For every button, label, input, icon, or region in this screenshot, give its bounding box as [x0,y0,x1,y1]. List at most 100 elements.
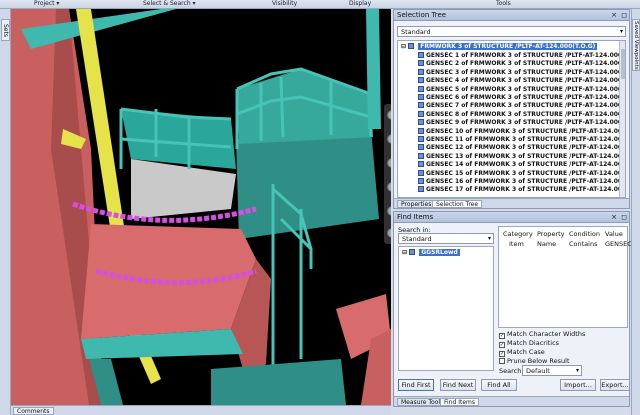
scrollbar-thumb[interactable] [621,49,625,79]
tree-item-label: GENSEC 1 of FRMWORK 3 of STRUCTURE /PLTF… [426,52,626,59]
select-icon[interactable] [387,228,391,238]
find-next-button[interactable]: Find Next [440,379,476,391]
ribbon-bar: Project ▾ Select & Search ▾ Visibility D… [0,0,640,9]
tree-item[interactable]: GENSEC 13 of FRMWORK 3 of STRUCTURE /PLT… [418,152,625,161]
close-icon[interactable]: × [611,213,617,221]
search-tree-node-label: GGSRLowd [419,249,460,256]
tree-item-label: GENSEC 13 of FRMWORK 3 of STRUCTURE /PLT… [426,152,625,160]
tree-item-label: GENSEC 17 of FRMWORK 3 of STRUCTURE /PLT… [426,186,625,194]
chevron-down-icon: ▾ [575,367,579,374]
zoom-icon[interactable] [387,158,391,168]
prune-below-result-label: Prune Below Result [507,357,570,365]
selection-tree-view-select[interactable]: Standard ▾ [397,26,626,37]
gensec-icon [418,102,424,109]
float-icon[interactable]: ◻ [621,11,627,19]
row-condition[interactable]: Contains [569,240,597,248]
tree-item-label: GENSEC 2 of FRMWORK 3 of STRUCTURE /PLTF… [426,60,626,68]
export-button[interactable]: Export... [600,379,630,391]
header-category: Category [503,230,533,238]
saved-viewpoints-tab[interactable]: Saved Viewpoints [632,19,640,71]
tree-item[interactable]: GENSEC 3 of FRMWORK 3 of STRUCTURE /PLTF… [418,68,626,77]
ribbon-tab-visibility[interactable]: Visibility [272,0,297,7]
tab-selection-tree[interactable]: Selection Tree [432,200,483,208]
find-all-button[interactable]: Find All [481,379,517,391]
navigation-bar [384,104,391,244]
tree-item[interactable]: GENSEC 1 of FRMWORK 3 of STRUCTURE /PLTF… [418,52,626,60]
tree-item[interactable]: GENSEC 5 of FRMWORK 3 of STRUCTURE /PLTF… [418,85,626,94]
tree-item[interactable]: GENSEC 7 of FRMWORK 3 of STRUCTURE /PLTF… [418,102,625,110]
ribbon-tab-tools[interactable]: Tools [496,0,511,7]
tree-root-label: FRMWORK 3 of STRUCTURE /PLTF-AT-124.000(… [418,43,598,50]
tree-item[interactable]: GENSEC 9 of FRMWORK 3 of STRUCTURE /PLTF… [418,119,625,127]
match-diacritics-checkbox[interactable]: ✓ Match Diacritics [499,339,559,348]
tree-item[interactable]: GENSEC 2 of FRMWORK 3 of STRUCTURE /PLTF… [418,60,626,68]
match-case-label: Match Case [507,348,545,356]
search-mode-select[interactable]: Default ▾ [522,365,582,376]
orbit-icon[interactable] [387,182,391,192]
prune-below-result-checkbox[interactable]: Prune Below Result [499,357,570,365]
tree-item-label: GENSEC 10 of FRMWORK 3 of STRUCTURE /PLT… [426,127,625,135]
tree-item[interactable]: GENSEC 17 of FRMWORK 3 of STRUCTURE /PLT… [418,186,625,194]
row-property[interactable]: Name [537,240,556,248]
tree-item[interactable]: GENSEC 6 of FRMWORK 3 of STRUCTURE /PLTF… [418,94,626,102]
gensec-icon [418,127,424,134]
tree-item[interactable]: GENSEC 15 of FRMWORK 3 of STRUCTURE /PLT… [418,169,625,178]
gensec-icon [418,136,424,142]
row-category[interactable]: Item [509,240,524,248]
gensec-icon [418,77,424,84]
gensec-icon [418,52,424,58]
tree-item-label: GENSEC 3 of FRMWORK 3 of STRUCTURE /PLTF… [426,68,626,76]
tree-item[interactable]: GENSEC 4 of FRMWORK 3 of STRUCTURE /PLTF… [418,77,625,85]
match-case-checkbox[interactable]: ✓ Match Case [499,348,545,357]
tree-root-item[interactable]: ⊟ FRMWORK 3 of STRUCTURE /PLTF-AT-124.00… [401,43,598,51]
search-tree-node[interactable]: ⊟ GGSRLowd [402,249,460,257]
tree-item[interactable]: GENSEC 12 of FRMWORK 3 of STRUCTURE /PLT… [418,144,625,152]
selection-tree-list[interactable]: ⊟ FRMWORK 3 of STRUCTURE /PLTF-AT-124.00… [397,40,626,198]
tree-item[interactable]: GENSEC 10 of FRMWORK 3 of STRUCTURE /PLT… [418,127,625,136]
collapse-icon[interactable]: ⊟ [401,43,406,50]
row-value[interactable]: GENSEC [605,240,632,248]
sets-tab[interactable]: Sets [1,19,10,41]
float-icon[interactable]: ◻ [621,213,627,221]
ribbon-tab-display[interactable]: Display [349,0,371,7]
search-in-tree[interactable]: ⊟ GGSRLowd [398,246,494,371]
search-mode-label: Search: [499,367,524,375]
header-value: Value [605,230,623,238]
bottom-dock-tabs: Comments [11,405,391,415]
tree-item[interactable]: GENSEC 14 of FRMWORK 3 of STRUCTURE /PLT… [418,161,625,169]
tree-item[interactable]: GENSEC 8 of FRMWORK 3 of STRUCTURE /PLTF… [418,110,625,119]
match-diacritics-label: Match Diacritics [507,339,560,347]
selection-tree-scrollbar[interactable] [619,41,625,197]
gensec-icon [418,85,424,92]
ribbon-tab-select-search[interactable]: Select & Search ▾ [143,0,196,7]
close-icon[interactable]: × [611,11,617,19]
find-first-button[interactable]: Find First [398,379,434,391]
tab-comments[interactable]: Comments [13,407,54,415]
match-character-widths-checkbox[interactable]: ✓ Match Character Widths [499,330,585,339]
tree-item-label: GENSEC 16 of FRMWORK 3 of STRUCTURE /PLT… [426,178,625,185]
search-mode-value: Default [526,367,550,375]
tree-item[interactable]: GENSEC 11 of FRMWORK 3 of STRUCTURE /PLT… [418,136,625,144]
steering-wheel-icon[interactable] [387,110,391,120]
tab-properties[interactable]: Properties [397,200,436,208]
gensec-icon [418,110,424,117]
match-character-widths-label: Match Character Widths [507,330,586,338]
collapse-icon[interactable]: ⊟ [402,249,407,256]
tree-item-label: GENSEC 5 of FRMWORK 3 of STRUCTURE /PLTF… [426,85,626,93]
3d-viewport[interactable] [11,9,391,405]
search-in-select[interactable]: Standard ▾ [398,233,494,244]
gensec-icon [418,94,424,100]
conditions-grid[interactable]: Category Property Condition Value Item N… [498,226,632,328]
tree-item-label: GENSEC 6 of FRMWORK 3 of STRUCTURE /PLTF… [426,94,626,101]
selection-tree-panel: Selection Tree × ◻ Standard ▾ ⊟ FRMWORK … [393,9,630,209]
ribbon-tab-project[interactable]: Project ▾ [34,0,59,7]
tab-find-items[interactable]: Find Items [440,398,479,406]
gensec-icon [418,68,424,75]
look-icon[interactable] [387,206,391,216]
pan-icon[interactable] [387,134,391,144]
tree-item[interactable]: GENSEC 16 of FRMWORK 3 of STRUCTURE /PLT… [418,178,625,186]
tree-item-label: GENSEC 12 of FRMWORK 3 of STRUCTURE /PLT… [426,144,625,152]
import-button[interactable]: Import... [560,379,596,391]
selection-tree-title: Selection Tree [397,11,447,19]
frmwork-icon [408,43,415,49]
